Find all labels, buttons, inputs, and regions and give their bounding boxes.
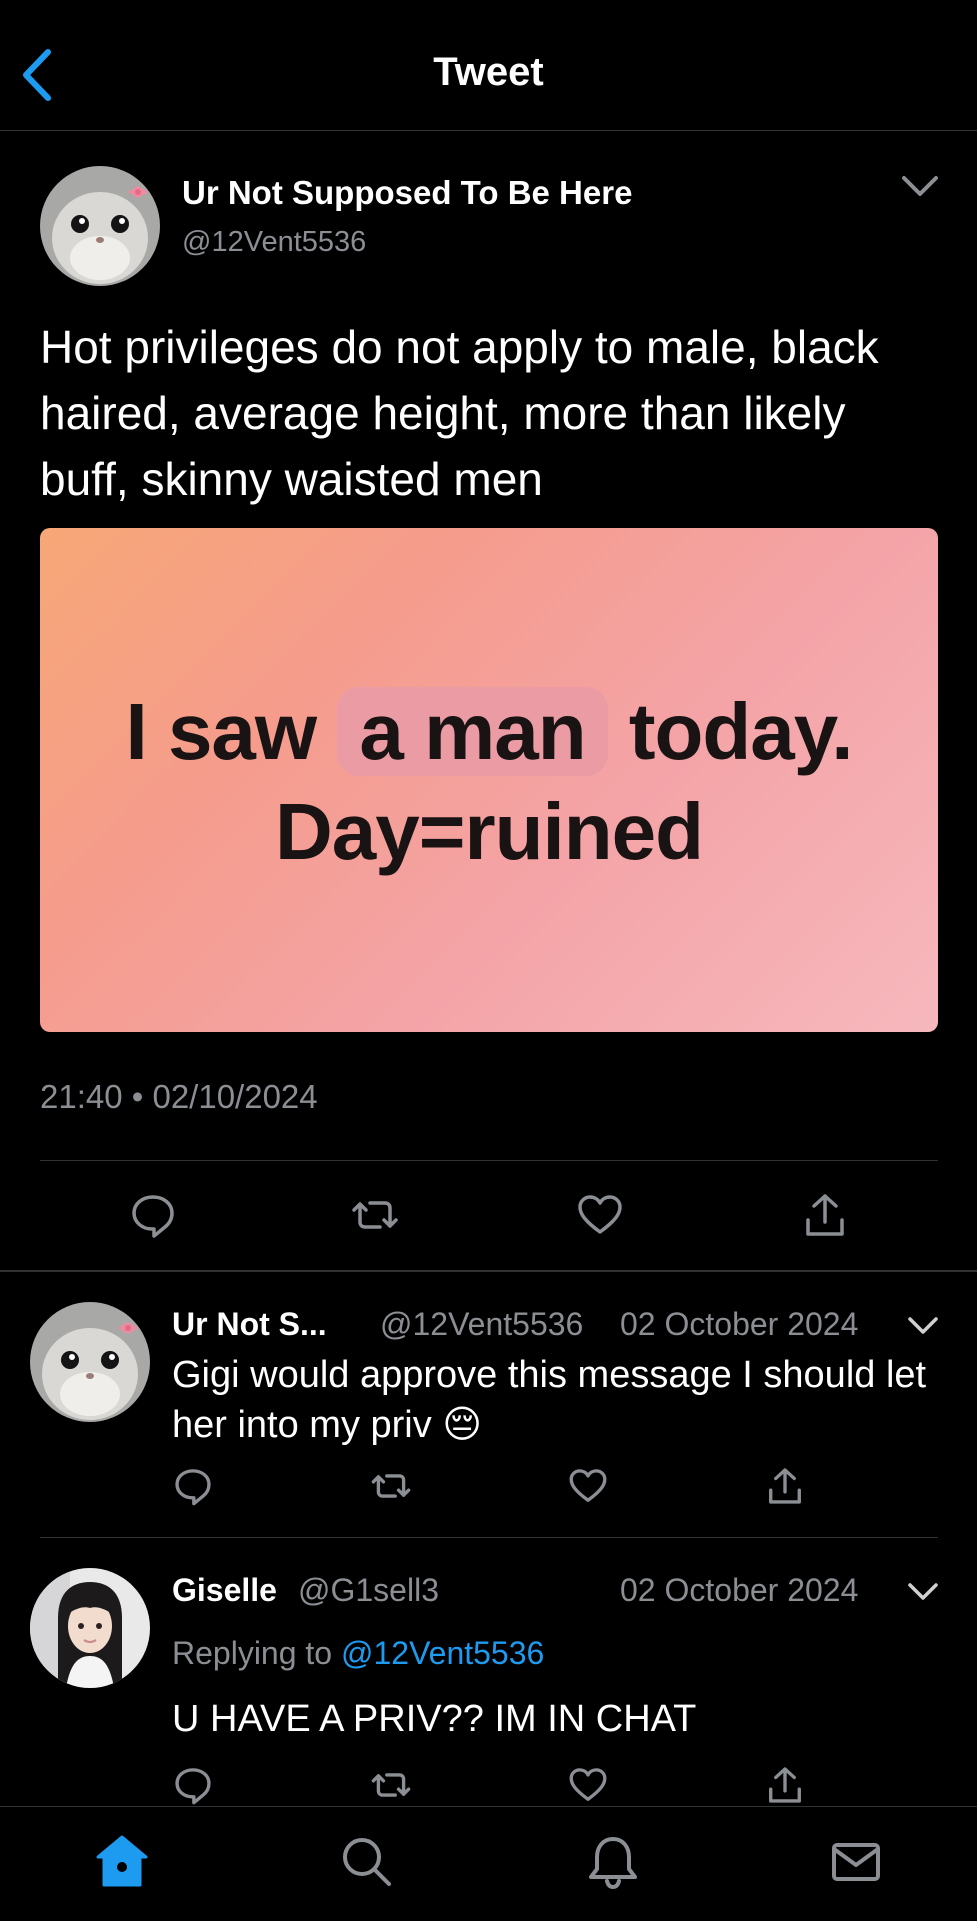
retweet-icon xyxy=(352,1201,398,1229)
share-icon xyxy=(769,1468,801,1504)
tweet-options-button[interactable] xyxy=(900,172,940,200)
reply-options-button[interactable] xyxy=(906,1580,940,1604)
person-avatar-image xyxy=(30,1568,150,1688)
reply-button[interactable] xyxy=(128,1190,178,1240)
like-button[interactable] xyxy=(575,1190,625,1240)
retweet-icon xyxy=(371,1474,411,1498)
comment-icon xyxy=(175,1768,211,1805)
retweet-button[interactable] xyxy=(370,1764,412,1806)
chevron-down-icon xyxy=(902,176,938,196)
heart-icon xyxy=(569,1768,607,1801)
reply-handle[interactable]: @G1sell3 xyxy=(298,1572,439,1609)
hamster-avatar-image xyxy=(30,1302,150,1422)
thread-divider xyxy=(0,1270,977,1272)
reply-button[interactable] xyxy=(172,1465,214,1507)
reply-display-name[interactable]: Giselle xyxy=(172,1572,277,1609)
tweet-timestamp: 21:40 • 02/10/2024 xyxy=(40,1078,318,1115)
media-text-before: I saw xyxy=(125,687,317,776)
reply-handle[interactable]: @12Vent5536 xyxy=(380,1306,583,1343)
comment-icon xyxy=(132,1195,174,1238)
reply-date: 02 October 2024 xyxy=(620,1572,859,1608)
reply-options-button[interactable] xyxy=(906,1314,940,1338)
search-icon xyxy=(343,1838,391,1886)
tab-notifications[interactable] xyxy=(583,1831,643,1891)
like-button[interactable] xyxy=(567,1465,609,1507)
chevron-down-icon xyxy=(908,1583,938,1600)
media-text-highlight: a man xyxy=(337,687,608,776)
author-handle[interactable]: @12Vent5536 xyxy=(182,226,366,259)
share-button[interactable] xyxy=(800,1190,850,1240)
replying-to-label: Replying to xyxy=(172,1635,333,1671)
hamster-avatar-image xyxy=(40,166,160,286)
reply-button[interactable] xyxy=(172,1764,214,1806)
share-button[interactable] xyxy=(764,1764,806,1806)
author-display-name[interactable]: Ur Not Supposed To Be Here xyxy=(182,174,632,212)
heart-icon xyxy=(578,1195,622,1234)
retweet-icon xyxy=(371,1773,411,1797)
tab-search[interactable] xyxy=(336,1831,396,1891)
mail-icon xyxy=(832,1843,880,1881)
chevron-down-icon xyxy=(908,1317,938,1334)
reply-avatar[interactable] xyxy=(30,1568,150,1688)
retweet-button[interactable] xyxy=(350,1190,400,1240)
page-title: Tweet xyxy=(433,50,544,94)
media-caption-line2: Day=ruined xyxy=(275,787,704,876)
like-button[interactable] xyxy=(567,1764,609,1806)
tab-home[interactable] xyxy=(92,1831,152,1891)
reply-avatar[interactable] xyxy=(30,1302,150,1422)
author-avatar[interactable] xyxy=(40,166,160,286)
divider xyxy=(40,1537,938,1538)
bottom-tab-bar xyxy=(0,1806,977,1921)
reply-text: Gigi would approve this message I should… xyxy=(172,1350,942,1450)
media-caption-line1: I saw a man today. xyxy=(40,686,938,778)
replying-to-mention[interactable]: @12Vent5536 xyxy=(341,1635,544,1671)
heart-icon xyxy=(569,1469,607,1502)
media-text-after: today. xyxy=(628,687,854,776)
divider xyxy=(40,1160,938,1161)
retweet-button[interactable] xyxy=(370,1465,412,1507)
share-button[interactable] xyxy=(764,1465,806,1507)
reply-date: 02 October 2024 xyxy=(620,1306,859,1342)
reply-text: U HAVE A PRIV?? IM IN CHAT xyxy=(172,1698,697,1740)
reply-text-body: Gigi would approve this message I should… xyxy=(172,1354,927,1446)
bell-icon xyxy=(589,1837,637,1890)
pensive-emoji: 😔 xyxy=(442,1404,482,1446)
tweet-text: Hot privileges do not apply to male, bla… xyxy=(40,321,879,505)
tweet-media-image[interactable]: I saw a man today. Day=ruined xyxy=(40,528,938,1032)
home-icon xyxy=(96,1835,148,1887)
replying-to-line: Replying to @12Vent5536 xyxy=(172,1635,544,1672)
reply-display-name[interactable]: Ur Not S... xyxy=(172,1306,327,1343)
comment-icon xyxy=(175,1469,211,1506)
share-icon xyxy=(806,1194,844,1236)
share-icon xyxy=(769,1767,801,1803)
tab-messages[interactable] xyxy=(826,1831,886,1891)
